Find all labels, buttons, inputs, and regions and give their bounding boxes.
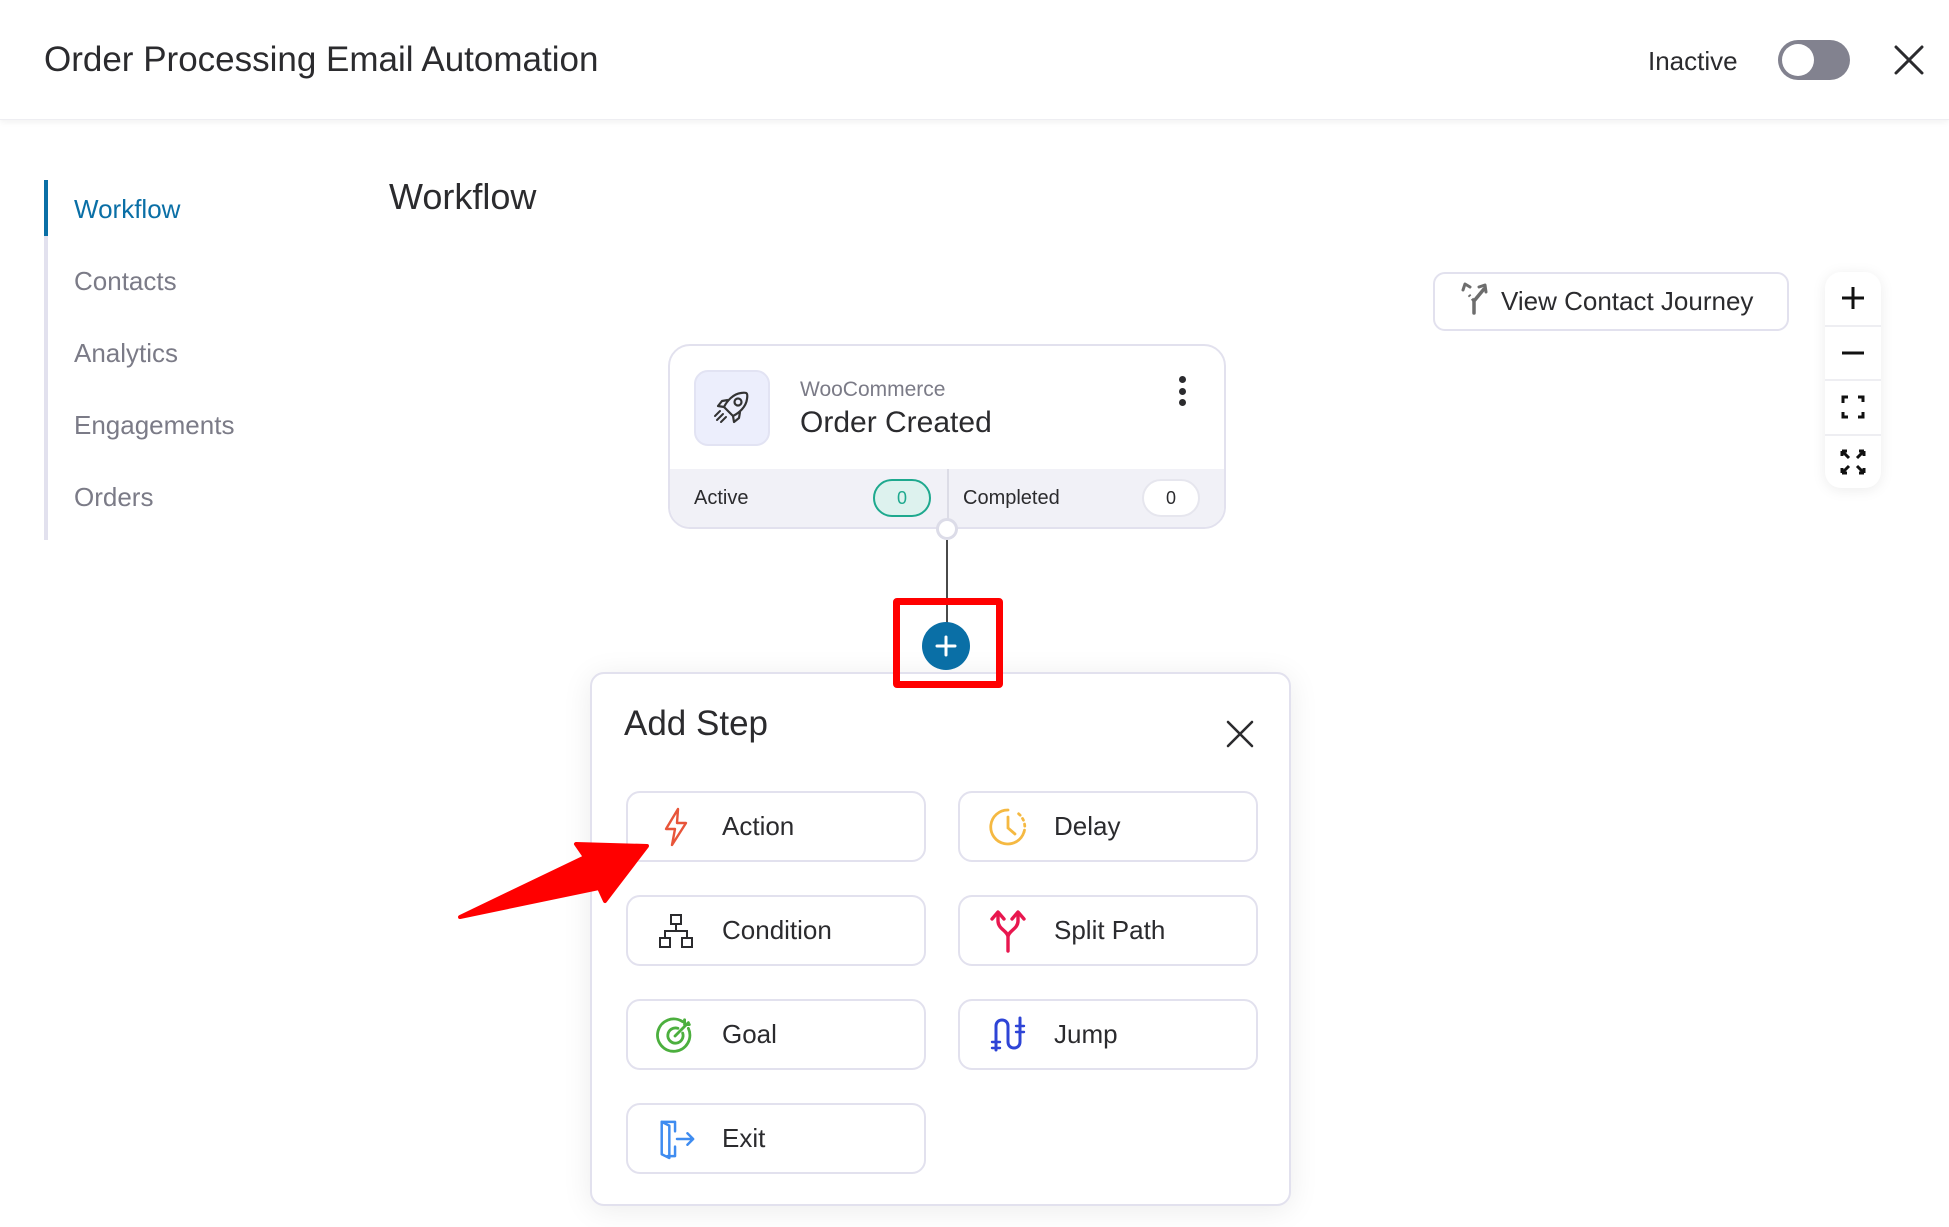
minus-icon	[1842, 351, 1864, 355]
zoom-out-button[interactable]	[1825, 327, 1881, 381]
sidebar-nav: Workflow Contacts Analytics Engagements …	[44, 180, 324, 540]
active-label: Active	[694, 486, 749, 509]
step-option-label: Exit	[722, 1123, 766, 1153]
trigger-icon-box	[694, 370, 770, 446]
app-header: Order Processing Email Automation Inacti…	[0, 0, 1949, 120]
trigger-provider: WooCommerce	[800, 378, 946, 401]
step-option-goal[interactable]: Goal	[626, 999, 926, 1070]
completed-count-badge[interactable]: 0	[1142, 479, 1200, 517]
status-label: Inactive	[1648, 46, 1738, 76]
expand-icon	[1840, 449, 1866, 475]
sidebar-item-analytics[interactable]: Analytics	[48, 324, 324, 396]
add-step-dialog: Add Step Action Delay Condition Split Pa…	[590, 672, 1291, 1206]
close-icon[interactable]	[1224, 718, 1256, 750]
plus-icon	[935, 635, 957, 657]
fit-view-icon	[1841, 395, 1865, 419]
more-options-icon[interactable]	[1172, 376, 1192, 406]
close-icon[interactable]	[1893, 44, 1925, 76]
canvas-zoom-controls	[1825, 272, 1881, 488]
connector-line	[946, 540, 948, 630]
automation-title: Order Processing Email Automation	[44, 40, 599, 79]
journey-split-icon	[1459, 281, 1489, 322]
step-option-action[interactable]: Action	[626, 791, 926, 862]
sidebar-item-engagements[interactable]: Engagements	[48, 396, 324, 468]
step-option-delay[interactable]: Delay	[958, 791, 1258, 862]
view-contact-journey-button[interactable]: View Contact Journey	[1433, 272, 1789, 331]
journey-button-label: View Contact Journey	[1501, 286, 1754, 316]
sidebar-item-workflow[interactable]: Workflow	[44, 180, 324, 252]
active-stat: Active 0	[670, 469, 949, 527]
target-icon	[656, 1015, 696, 1055]
active-toggle[interactable]	[1778, 40, 1850, 80]
trigger-node-card[interactable]: WooCommerce Order Created Active 0 Compl…	[668, 344, 1226, 529]
page-title: Workflow	[389, 176, 537, 217]
plus-icon	[1842, 287, 1864, 310]
step-option-split-path[interactable]: Split Path	[958, 895, 1258, 966]
lightning-icon	[656, 807, 696, 847]
fullscreen-button[interactable]	[1825, 436, 1881, 489]
step-option-label: Condition	[722, 915, 832, 945]
completed-stat: Completed 0	[949, 469, 1224, 527]
split-icon	[988, 909, 1028, 953]
active-count-badge[interactable]: 0	[873, 479, 931, 517]
dialog-title: Add Step	[624, 704, 768, 743]
hierarchy-icon	[656, 911, 696, 951]
sidebar-item-orders[interactable]: Orders	[48, 468, 324, 540]
fit-view-button[interactable]	[1825, 381, 1881, 436]
jump-icon	[988, 1015, 1028, 1055]
rocket-icon	[714, 391, 749, 424]
clock-icon	[988, 807, 1028, 847]
add-step-button[interactable]	[922, 622, 970, 670]
connector-handle[interactable]	[936, 518, 958, 540]
sidebar-item-contacts[interactable]: Contacts	[48, 252, 324, 324]
toggle-knob	[1782, 44, 1814, 76]
step-option-exit[interactable]: Exit	[626, 1103, 926, 1174]
step-option-label: Split Path	[1054, 915, 1166, 945]
completed-label: Completed	[963, 486, 1060, 509]
zoom-in-button[interactable]	[1825, 272, 1881, 327]
step-option-label: Jump	[1054, 1019, 1118, 1049]
exit-door-icon	[656, 1119, 696, 1159]
step-option-label: Goal	[722, 1019, 777, 1049]
step-option-condition[interactable]: Condition	[626, 895, 926, 966]
step-option-label: Action	[722, 811, 795, 841]
step-option-jump[interactable]: Jump	[958, 999, 1258, 1070]
trigger-event-name: Order Created	[800, 406, 992, 439]
step-option-label: Delay	[1054, 811, 1121, 841]
